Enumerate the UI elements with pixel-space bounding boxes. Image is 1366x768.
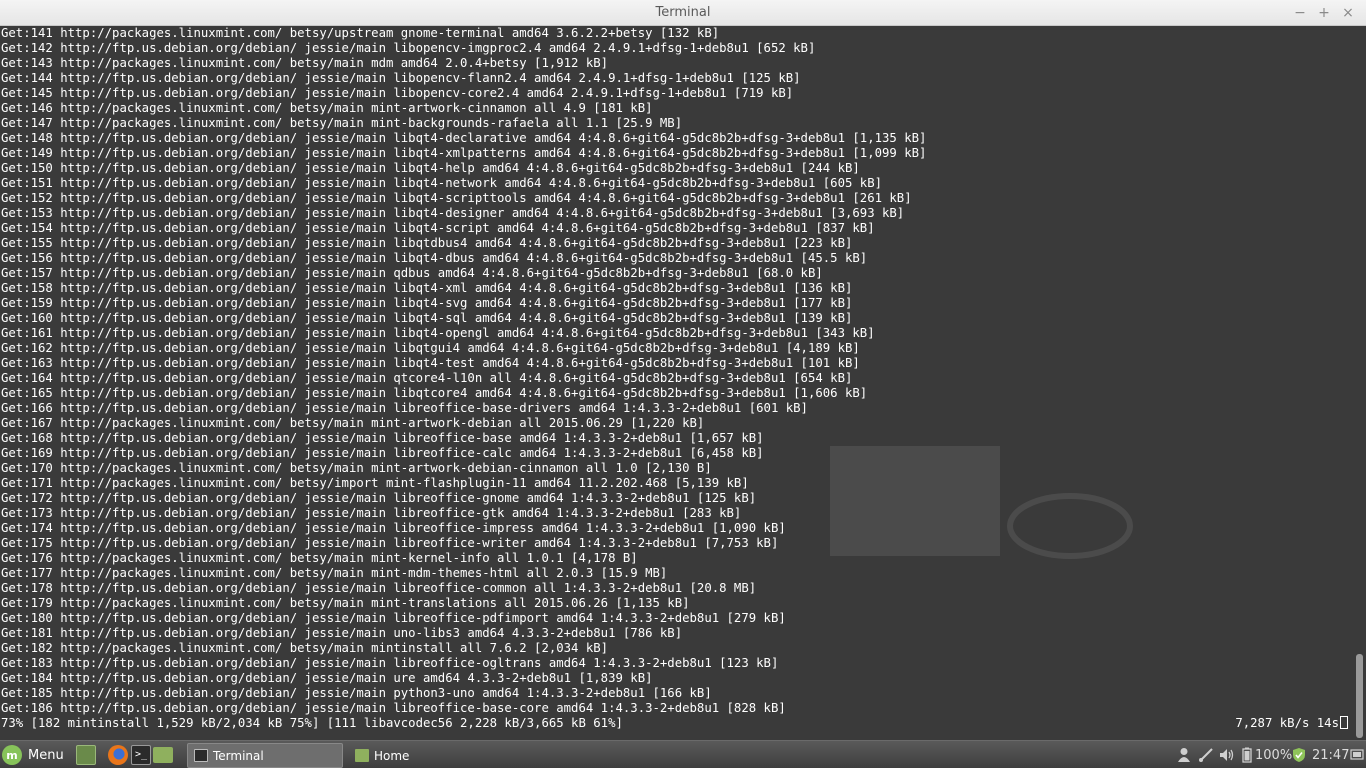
battery-icon[interactable] bbox=[1240, 741, 1254, 768]
terminal-line: Get:163 http://ftp.us.debian.org/debian/… bbox=[1, 356, 860, 370]
terminal-line: Get:181 http://ftp.us.debian.org/debian/… bbox=[1, 626, 683, 640]
terminal-line: Get:150 http://ftp.us.debian.org/debian/… bbox=[1, 161, 860, 175]
folder-icon bbox=[355, 749, 369, 762]
terminal-line: Get:164 http://ftp.us.debian.org/debian/… bbox=[1, 371, 853, 385]
terminal-line: Get:154 http://ftp.us.debian.org/debian/… bbox=[1, 221, 875, 235]
terminal-line: Get:155 http://ftp.us.debian.org/debian/… bbox=[1, 236, 853, 250]
volume-icon[interactable] bbox=[1218, 741, 1236, 768]
text-cursor bbox=[1340, 716, 1348, 729]
terminal-line: Get:166 http://ftp.us.debian.org/debian/… bbox=[1, 401, 808, 415]
terminal-line: Get:149 http://ftp.us.debian.org/debian/… bbox=[1, 146, 927, 160]
terminal-line: Get:153 http://ftp.us.debian.org/debian/… bbox=[1, 206, 905, 220]
mint-logo-icon: m bbox=[2, 745, 22, 765]
task-terminal[interactable]: Terminal bbox=[187, 743, 343, 768]
download-speed-text: 7,287 kB/s 14s bbox=[1235, 716, 1339, 730]
terminal-line: Get:160 http://ftp.us.debian.org/debian/… bbox=[1, 311, 853, 325]
terminal-line: Get:185 http://ftp.us.debian.org/debian/… bbox=[1, 686, 712, 700]
terminal-line: Get:178 http://ftp.us.debian.org/debian/… bbox=[1, 581, 757, 595]
terminal-line: Get:141 http://packages.linuxmint.com/ b… bbox=[1, 26, 720, 40]
terminal-line: Get:165 http://ftp.us.debian.org/debian/… bbox=[1, 386, 868, 400]
terminal-line: Get:171 http://packages.linuxmint.com/ b… bbox=[1, 476, 749, 490]
terminal-line: Get:180 http://ftp.us.debian.org/debian/… bbox=[1, 611, 786, 625]
terminal-line: Get:173 http://ftp.us.debian.org/debian/… bbox=[1, 506, 742, 520]
menu-label: Menu bbox=[28, 747, 64, 763]
firefox-icon[interactable] bbox=[108, 745, 128, 765]
window-titlebar[interactable]: Terminal − + × bbox=[0, 0, 1366, 26]
terminal-line: Get:179 http://packages.linuxmint.com/ b… bbox=[1, 596, 690, 610]
workspace-switcher-icon[interactable] bbox=[1350, 741, 1364, 768]
terminal-line: Get:142 http://ftp.us.debian.org/debian/… bbox=[1, 41, 816, 55]
download-speed: 7,287 kB/s 14s bbox=[1235, 716, 1348, 731]
battery-percent: 100% bbox=[1255, 747, 1293, 763]
user-icon[interactable] bbox=[1177, 741, 1191, 768]
network-icon[interactable] bbox=[1198, 741, 1214, 768]
terminal-line: Get:161 http://ftp.us.debian.org/debian/… bbox=[1, 326, 875, 340]
close-button[interactable]: × bbox=[1338, 3, 1358, 23]
progress-status-line: 73% [182 mintinstall 1,529 kB/2,034 kB 7… bbox=[1, 716, 1351, 731]
terminal-line: Get:176 http://packages.linuxmint.com/ b… bbox=[1, 551, 638, 565]
terminal-scrollbar[interactable] bbox=[1354, 26, 1366, 740]
terminal-line: Get:158 http://ftp.us.debian.org/debian/… bbox=[1, 281, 853, 295]
task-home[interactable]: Home bbox=[349, 743, 505, 768]
terminal-line: Get:148 http://ftp.us.debian.org/debian/… bbox=[1, 131, 927, 145]
maximize-button[interactable]: + bbox=[1314, 3, 1334, 23]
terminal-line: Get:151 http://ftp.us.debian.org/debian/… bbox=[1, 176, 882, 190]
scrollbar-thumb[interactable] bbox=[1356, 654, 1363, 738]
task-home-label: Home bbox=[374, 748, 410, 763]
terminal-line: Get:159 http://ftp.us.debian.org/debian/… bbox=[1, 296, 853, 310]
terminal-line: Get:174 http://ftp.us.debian.org/debian/… bbox=[1, 521, 786, 535]
terminal-icon[interactable]: >_ bbox=[131, 745, 151, 765]
update-shield-icon[interactable] bbox=[1291, 741, 1307, 768]
task-terminal-label: Terminal bbox=[213, 748, 264, 763]
terminal-line: Get:186 http://ftp.us.debian.org/debian/… bbox=[1, 701, 786, 715]
terminal-line: Get:183 http://ftp.us.debian.org/debian/… bbox=[1, 656, 779, 670]
window-title: Terminal bbox=[655, 5, 711, 20]
terminal-line: Get:152 http://ftp.us.debian.org/debian/… bbox=[1, 191, 912, 205]
terminal-view[interactable]: Get:141 http://packages.linuxmint.com/ b… bbox=[0, 26, 1366, 740]
clock[interactable]: 21:47 bbox=[1312, 741, 1349, 768]
menu-button[interactable]: m Menu bbox=[2, 743, 64, 767]
terminal-line: Get:169 http://ftp.us.debian.org/debian/… bbox=[1, 446, 764, 460]
terminal-line: Get:168 http://ftp.us.debian.org/debian/… bbox=[1, 431, 764, 445]
progress-status-left: 73% [182 mintinstall 1,529 kB/2,034 kB 7… bbox=[1, 716, 623, 730]
terminal-line: Get:182 http://packages.linuxmint.com/ b… bbox=[1, 641, 609, 655]
terminal-line: Get:177 http://packages.linuxmint.com/ b… bbox=[1, 566, 668, 580]
terminal-line: Get:175 http://ftp.us.debian.org/debian/… bbox=[1, 536, 779, 550]
terminal-line: Get:144 http://ftp.us.debian.org/debian/… bbox=[1, 71, 801, 85]
bottom-panel: m Menu >_ Terminal Home 100% 21:47 bbox=[0, 740, 1366, 768]
terminal-line: Get:147 http://packages.linuxmint.com/ b… bbox=[1, 116, 683, 130]
terminal-output: Get:141 http://packages.linuxmint.com/ b… bbox=[1, 26, 1351, 731]
terminal-line: Get:162 http://ftp.us.debian.org/debian/… bbox=[1, 341, 860, 355]
terminal-line: Get:170 http://packages.linuxmint.com/ b… bbox=[1, 461, 712, 475]
minimize-button[interactable]: − bbox=[1290, 3, 1310, 23]
show-desktop-icon[interactable] bbox=[76, 745, 96, 765]
terminal-line: Get:145 http://ftp.us.debian.org/debian/… bbox=[1, 86, 794, 100]
terminal-line: Get:172 http://ftp.us.debian.org/debian/… bbox=[1, 491, 757, 505]
files-icon[interactable] bbox=[153, 747, 173, 763]
terminal-line: Get:156 http://ftp.us.debian.org/debian/… bbox=[1, 251, 868, 265]
terminal-line: Get:184 http://ftp.us.debian.org/debian/… bbox=[1, 671, 653, 685]
terminal-line: Get:157 http://ftp.us.debian.org/debian/… bbox=[1, 266, 823, 280]
terminal-line: Get:146 http://packages.linuxmint.com/ b… bbox=[1, 101, 653, 115]
terminal-icon bbox=[194, 749, 208, 762]
terminal-line: Get:167 http://packages.linuxmint.com/ b… bbox=[1, 416, 705, 430]
terminal-line: Get:143 http://packages.linuxmint.com/ b… bbox=[1, 56, 609, 70]
